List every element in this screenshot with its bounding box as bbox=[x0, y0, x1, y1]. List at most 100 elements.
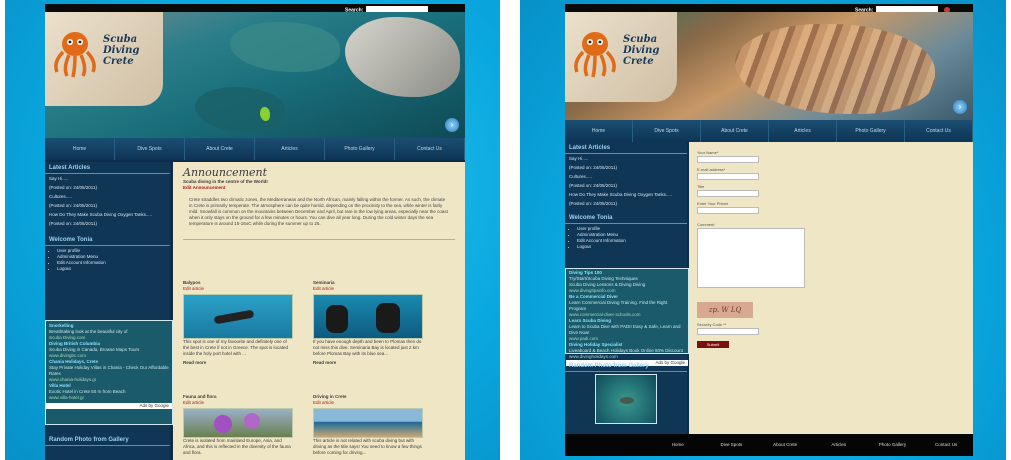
name-label: Your Name* bbox=[697, 150, 719, 155]
latest-article-date: (Posted on: 24/05/2011) bbox=[49, 221, 97, 226]
article-excerpt: This article is not related with scuba d… bbox=[313, 438, 422, 455]
latest-article-date: (Posted on: 24/05/2011) bbox=[569, 165, 617, 170]
footer-dive-spots[interactable]: Dive Spots bbox=[705, 434, 759, 456]
comment-textarea[interactable] bbox=[697, 228, 805, 288]
logo-text: Scuba Diving Crete bbox=[103, 34, 140, 67]
next-slide-button[interactable]: › bbox=[953, 100, 967, 114]
nav-dive-spots[interactable]: Dive Spots bbox=[115, 138, 185, 160]
email-input[interactable] bbox=[697, 173, 759, 180]
random-gallery-photo[interactable] bbox=[595, 374, 657, 424]
article-card: Fauna and flora Edit article Crete is is… bbox=[183, 394, 293, 456]
random-photo-heading: Random Photo from Gallery bbox=[45, 434, 170, 446]
article-card: Seminaria Edit article If you have enoug… bbox=[313, 280, 423, 366]
screenshot-right: Search: Scuba Diving Crete › Home Dive S… bbox=[520, 0, 1006, 460]
title-input[interactable] bbox=[697, 190, 759, 197]
ads-widget: Snorkelling Breathtaking look at the bea… bbox=[45, 320, 173, 425]
ad-url[interactable]: www.villa-hotel.gr bbox=[46, 395, 172, 401]
latest-article-date: (Posted on: 24/05/2011) bbox=[49, 185, 97, 190]
latest-article-date: (Posted on: 24/05/2011) bbox=[569, 183, 617, 188]
article-excerpt: If you have enough depth and been to Plo… bbox=[313, 339, 422, 356]
latest-article-date: (Posted on: 24/05/2011) bbox=[569, 201, 617, 206]
submit-button[interactable]: Submit bbox=[697, 341, 729, 348]
contact-form: Your Name* E-mail address* Title Enter Y… bbox=[689, 142, 973, 352]
captcha-image: zp. W LQ bbox=[697, 302, 753, 318]
header-banner: Scuba Diving Crete › bbox=[45, 12, 465, 138]
website-right: Search: Scuba Diving Crete › Home Dive S… bbox=[565, 4, 973, 456]
user-menu: User profile Administration Menu Edit Ac… bbox=[565, 226, 687, 250]
article-card: Balypos Edit article This spot is one of… bbox=[183, 280, 293, 366]
nav-contact-us[interactable]: Contact Us bbox=[395, 138, 465, 160]
welcome-heading: Welcome Tonia bbox=[565, 212, 687, 224]
latest-article-link[interactable]: Cultures..... bbox=[45, 192, 170, 201]
latest-article-link[interactable]: Say Hi..... bbox=[45, 174, 170, 183]
article-excerpt: Crete is isolated from mainland Europe, … bbox=[183, 438, 291, 455]
sidebar: Latest Articles Say Hi..... (Posted on: … bbox=[565, 142, 689, 434]
nav-photo-gallery[interactable]: Photo Gallery bbox=[325, 138, 395, 160]
security-code-input[interactable] bbox=[697, 328, 759, 335]
main-nav: Home Dive Spots About Crete Articles Pho… bbox=[45, 138, 465, 160]
title-label: Title bbox=[697, 184, 705, 189]
ads-by-google[interactable]: Ads by Google bbox=[46, 403, 172, 409]
ad-text: Learn Commercial Diving Training. Find t… bbox=[569, 300, 668, 311]
header-banner: Scuba Diving Crete › bbox=[565, 12, 973, 120]
edit-announcement-link[interactable]: Edit Announcement bbox=[183, 185, 455, 191]
footer-about-crete[interactable]: About Crete bbox=[758, 434, 812, 456]
phone-label: Enter Your Phone bbox=[697, 201, 729, 206]
random-photo-heading: Random Photo from Gallery bbox=[565, 360, 687, 372]
screenshot-left: Search: Scuba Diving Crete › Home Dive S… bbox=[5, 0, 500, 460]
logo-text: Scuba Diving Crete bbox=[623, 34, 660, 67]
security-code-label: Security Code ** bbox=[697, 322, 727, 327]
edit-article-link[interactable]: Edit article bbox=[183, 286, 293, 292]
nav-home[interactable]: Home bbox=[45, 138, 115, 160]
welcome-heading: Welcome Tonia bbox=[45, 234, 170, 246]
nav-photo-gallery[interactable]: Photo Gallery bbox=[837, 120, 905, 142]
user-menu-item[interactable]: Logout bbox=[57, 266, 170, 272]
announcement-body: Crete straddles two climatic zones, the … bbox=[189, 197, 448, 226]
edit-article-link[interactable]: Edit article bbox=[183, 400, 293, 406]
read-more-link[interactable]: Read more bbox=[313, 360, 423, 366]
user-menu: User profile Administration Menu Edit Ac… bbox=[45, 248, 170, 272]
footer-contact-us[interactable]: Contact Us bbox=[919, 434, 973, 456]
footer-nav: Home Dive Spots About Crete Articles Pho… bbox=[565, 434, 973, 456]
latest-article-link[interactable]: How Do They Make Scuba Diving Oxygen Tan… bbox=[45, 210, 170, 219]
ad-text: Learn to Scuba Dive with PADI! Easy & Sa… bbox=[569, 324, 681, 335]
footer-photo-gallery[interactable]: Photo Gallery bbox=[866, 434, 920, 456]
nav-articles[interactable]: Articles bbox=[255, 138, 325, 160]
nav-contact-us[interactable]: Contact Us bbox=[905, 120, 973, 142]
nav-articles[interactable]: Articles bbox=[769, 120, 837, 142]
latest-article-link[interactable]: Cultures..... bbox=[565, 172, 687, 181]
nav-home[interactable]: Home bbox=[565, 120, 633, 142]
latest-article-link[interactable]: How Do They Make Scuba Diving Oxygen Tan… bbox=[565, 190, 687, 199]
footer-articles[interactable]: Articles bbox=[812, 434, 866, 456]
name-input[interactable] bbox=[697, 156, 759, 163]
latest-article-date: (Posted on: 24/05/2011) bbox=[49, 203, 97, 208]
email-label: E-mail address* bbox=[697, 167, 726, 172]
nav-dive-spots[interactable]: Dive Spots bbox=[633, 120, 701, 142]
next-slide-button[interactable]: › bbox=[445, 118, 459, 132]
article-image[interactable] bbox=[183, 408, 293, 438]
phone-input[interactable] bbox=[697, 207, 759, 214]
article-card: Driving in Crete Edit article This artic… bbox=[313, 394, 423, 456]
latest-articles-heading: Latest Articles bbox=[45, 162, 170, 174]
ad-text: Stay Private Holiday Villas in Chania - … bbox=[49, 365, 169, 376]
nav-about-crete[interactable]: About Crete bbox=[701, 120, 769, 142]
edit-article-link[interactable]: Edit article bbox=[313, 400, 423, 406]
edit-article-link[interactable]: Edit article bbox=[313, 286, 423, 292]
article-image[interactable] bbox=[313, 294, 423, 339]
ads-widget: Diving Tips 100 Try/Start/Scuba Diving T… bbox=[565, 268, 689, 366]
main-nav: Home Dive Spots About Crete Articles Pho… bbox=[565, 120, 973, 142]
footer-home[interactable]: Home bbox=[651, 434, 705, 456]
latest-article-link[interactable]: Say Hi..... bbox=[565, 154, 687, 163]
octopus-icon bbox=[574, 32, 616, 78]
logo[interactable]: Scuba Diving Crete bbox=[45, 12, 163, 106]
footer-spacer bbox=[565, 434, 651, 456]
octopus-icon bbox=[54, 32, 96, 78]
article-image[interactable] bbox=[183, 294, 293, 339]
website-left: Search: Scuba Diving Crete › Home Dive S… bbox=[45, 4, 465, 460]
nav-about-crete[interactable]: About Crete bbox=[185, 138, 255, 160]
user-menu-item[interactable]: Logout bbox=[577, 244, 687, 250]
article-image[interactable] bbox=[313, 408, 423, 438]
logo[interactable]: Scuba Diving Crete bbox=[565, 12, 677, 102]
contact-form-area: Your Name* E-mail address* Title Enter Y… bbox=[689, 142, 973, 434]
read-more-link[interactable]: Read more bbox=[183, 360, 293, 366]
